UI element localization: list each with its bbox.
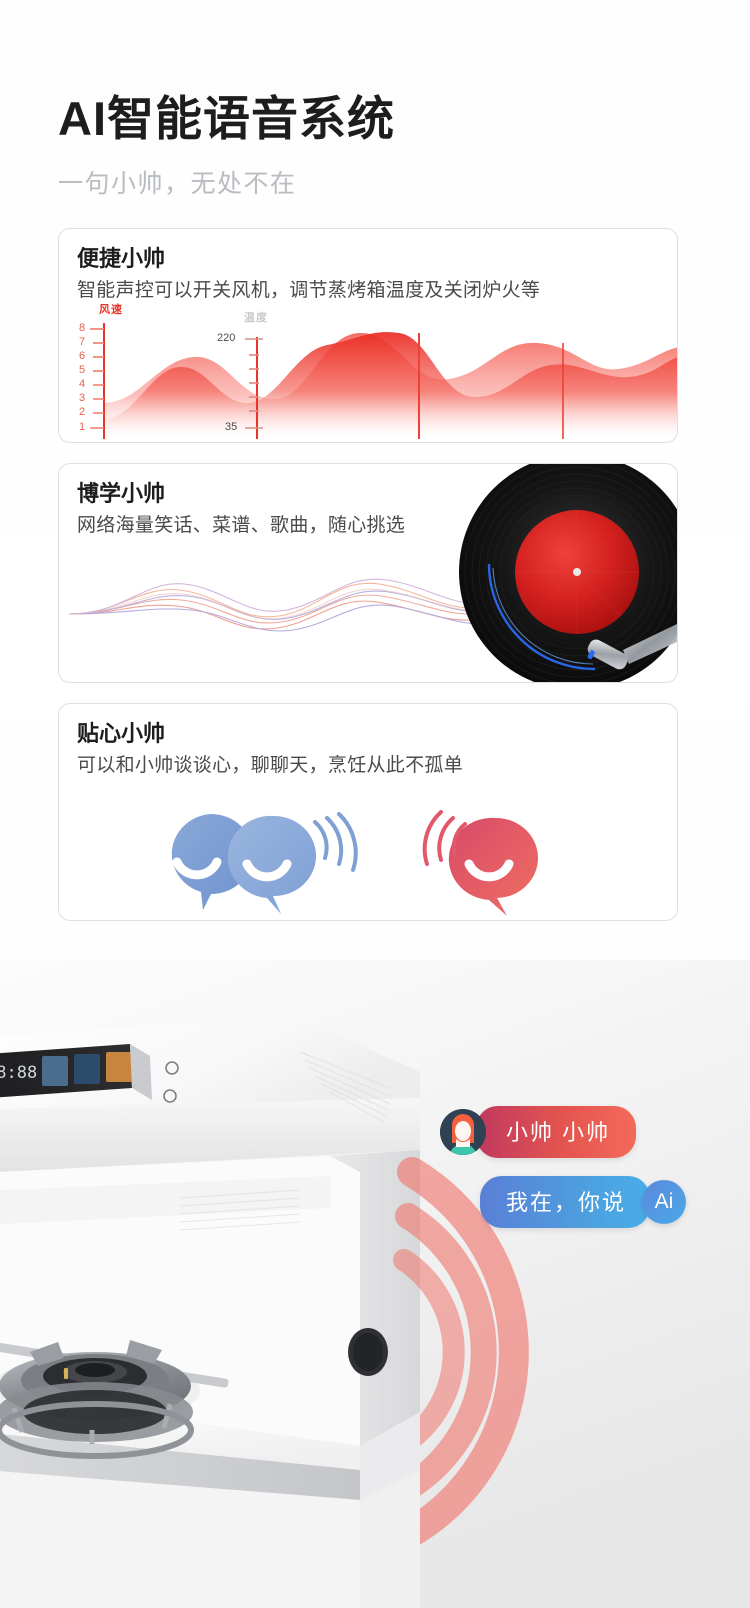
ai-badge-icon: Ai: [642, 1180, 686, 1224]
chat-message-assistant: 我在，你说 Ai: [480, 1176, 686, 1228]
tick-windspeed-8: 8: [79, 322, 85, 334]
user-avatar-icon: [440, 1109, 486, 1155]
page-root: AI智能语音系统 一句小帅，无处不在 便捷小帅 智能声控可以开关风机，调节蒸烤箱…: [0, 0, 750, 1608]
vinyl-record-svg: [427, 464, 677, 683]
product-scene-svg: 88:88: [0, 960, 750, 1608]
feature-card-convenient: 便捷小帅 智能声控可以开关风机，调节蒸烤箱温度及关闭炉火等: [58, 228, 678, 443]
area-chart-svg: [59, 307, 678, 439]
feature-card-knowledgeable: 博学小帅 网络海量笑话、菜谱、歌曲，随心挑选: [58, 463, 678, 683]
chat-message-user: 小帅 小帅: [440, 1106, 636, 1158]
vinyl-record-icon: [427, 464, 677, 683]
card-title: 博学小帅: [77, 481, 405, 507]
product-photo-section: 88:88: [0, 960, 750, 1608]
tick-windspeed-6: 6: [79, 350, 85, 362]
tick-windspeed-4: 4: [79, 378, 85, 390]
page-subtitle: 一句小帅，无处不在: [58, 164, 698, 200]
feature-card-caring: 贴心小帅 可以和小帅谈谈心，聊聊天，烹饪从此不孤单: [58, 703, 678, 921]
chat-bubble-assistant[interactable]: 我在，你说: [480, 1176, 650, 1228]
chat-bubbles-icon: [59, 804, 678, 921]
avatar-svg: [440, 1109, 486, 1155]
tick-temperature-max: 220: [217, 332, 235, 344]
card-text-block: 贴心小帅 可以和小帅谈谈心，聊聊天，烹饪从此不孤单: [77, 721, 463, 779]
panel-clock: 88:88: [0, 1063, 37, 1083]
card-text-block: 博学小帅 网络海量笑话、菜谱、歌曲，随心挑选: [77, 481, 405, 539]
card-text-block: 便捷小帅 智能声控可以开关风机，调节蒸烤箱温度及关闭炉火等: [77, 246, 540, 304]
axis-ticks-windspeed: [90, 329, 104, 428]
tick-windspeed-7: 7: [79, 336, 85, 348]
tick-windspeed-5: 5: [79, 364, 85, 376]
card-description: 可以和小帅谈谈心，聊聊天，烹饪从此不孤单: [77, 754, 463, 779]
card-title: 贴心小帅: [77, 721, 463, 747]
tick-windspeed-2: 2: [79, 406, 85, 418]
card-title: 便捷小帅: [77, 246, 540, 272]
card-description: 智能声控可以开关风机，调节蒸烤箱温度及关闭炉火等: [77, 279, 540, 304]
wave-chart-icon: 风速 温度 8 7 6 5 4 3 2 1 220 35: [59, 307, 678, 439]
tick-windspeed-3: 3: [79, 392, 85, 404]
tick-windspeed-1: 1: [79, 421, 85, 433]
chart-series-windspeed: [104, 332, 678, 439]
tick-temperature-min: 35: [225, 421, 237, 433]
axis-label-temperature: 温度: [244, 309, 268, 325]
card-description: 网络海量笑话、菜谱、歌曲，随心挑选: [77, 514, 405, 539]
chat-bubbles-svg: [59, 804, 678, 921]
chat-bubble-user[interactable]: 小帅 小帅: [476, 1106, 636, 1158]
page-header: AI智能语音系统 一句小帅，无处不在: [58, 92, 698, 200]
page-title: AI智能语音系统: [58, 92, 698, 146]
